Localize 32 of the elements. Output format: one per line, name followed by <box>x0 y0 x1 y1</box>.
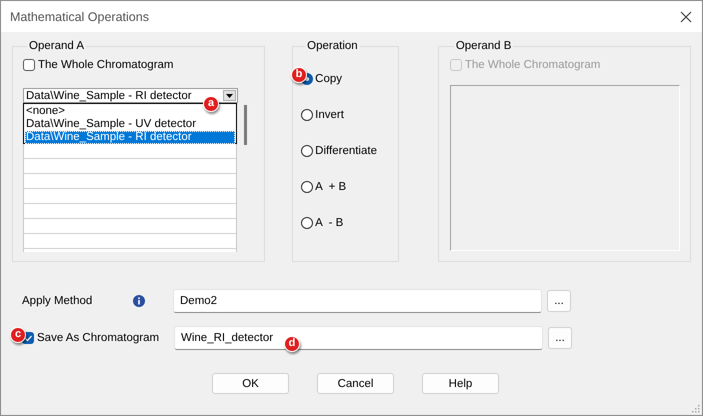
window-title: Mathematical Operations <box>10 10 149 24</box>
radio-label: Invert <box>315 109 344 121</box>
group-title: Operand B <box>454 40 512 52</box>
callout-badge: b <box>291 67 307 83</box>
info-icon[interactable] <box>133 295 145 307</box>
field-label: Apply Method <box>22 295 94 307</box>
radio-label: A + B <box>315 181 346 193</box>
radio-label: Differentiate <box>315 145 377 157</box>
close-icon[interactable] <box>680 10 692 22</box>
dialog-button[interactable]: OK <box>212 373 289 394</box>
checkbox-label: The Whole Chromatogram <box>464 59 600 71</box>
group-title: Operation <box>306 40 359 52</box>
browse-button[interactable]: ... <box>547 290 571 312</box>
callout-badge: c <box>10 327 26 343</box>
group-title: Operand A <box>28 40 85 52</box>
radio-button[interactable] <box>301 181 314 193</box>
radio-label: A - B <box>315 217 344 229</box>
dropdown-item[interactable]: Data\Wine_Sample - UV detector <box>25 118 235 131</box>
method-field[interactable]: Demo2 <box>173 289 542 313</box>
scrollbar[interactable] <box>244 105 247 145</box>
checkbox-label: Save As Chromatogram <box>37 332 160 344</box>
browse-button[interactable]: ... <box>548 327 572 349</box>
resize-grip-icon[interactable] <box>691 404 700 413</box>
radio-button[interactable] <box>301 145 314 157</box>
radio-label: Copy <box>315 73 342 85</box>
checkbox-label: The Whole Chromatogram <box>38 59 174 71</box>
dialog-button[interactable]: Cancel <box>317 373 394 394</box>
checkbox[interactable] <box>23 59 35 71</box>
dropdown-item[interactable]: Data\Wine_Sample - RI detector <box>25 131 235 144</box>
radio-button[interactable] <box>301 109 314 121</box>
radio-button[interactable] <box>301 217 314 229</box>
dialog-button[interactable]: Help <box>422 373 499 394</box>
